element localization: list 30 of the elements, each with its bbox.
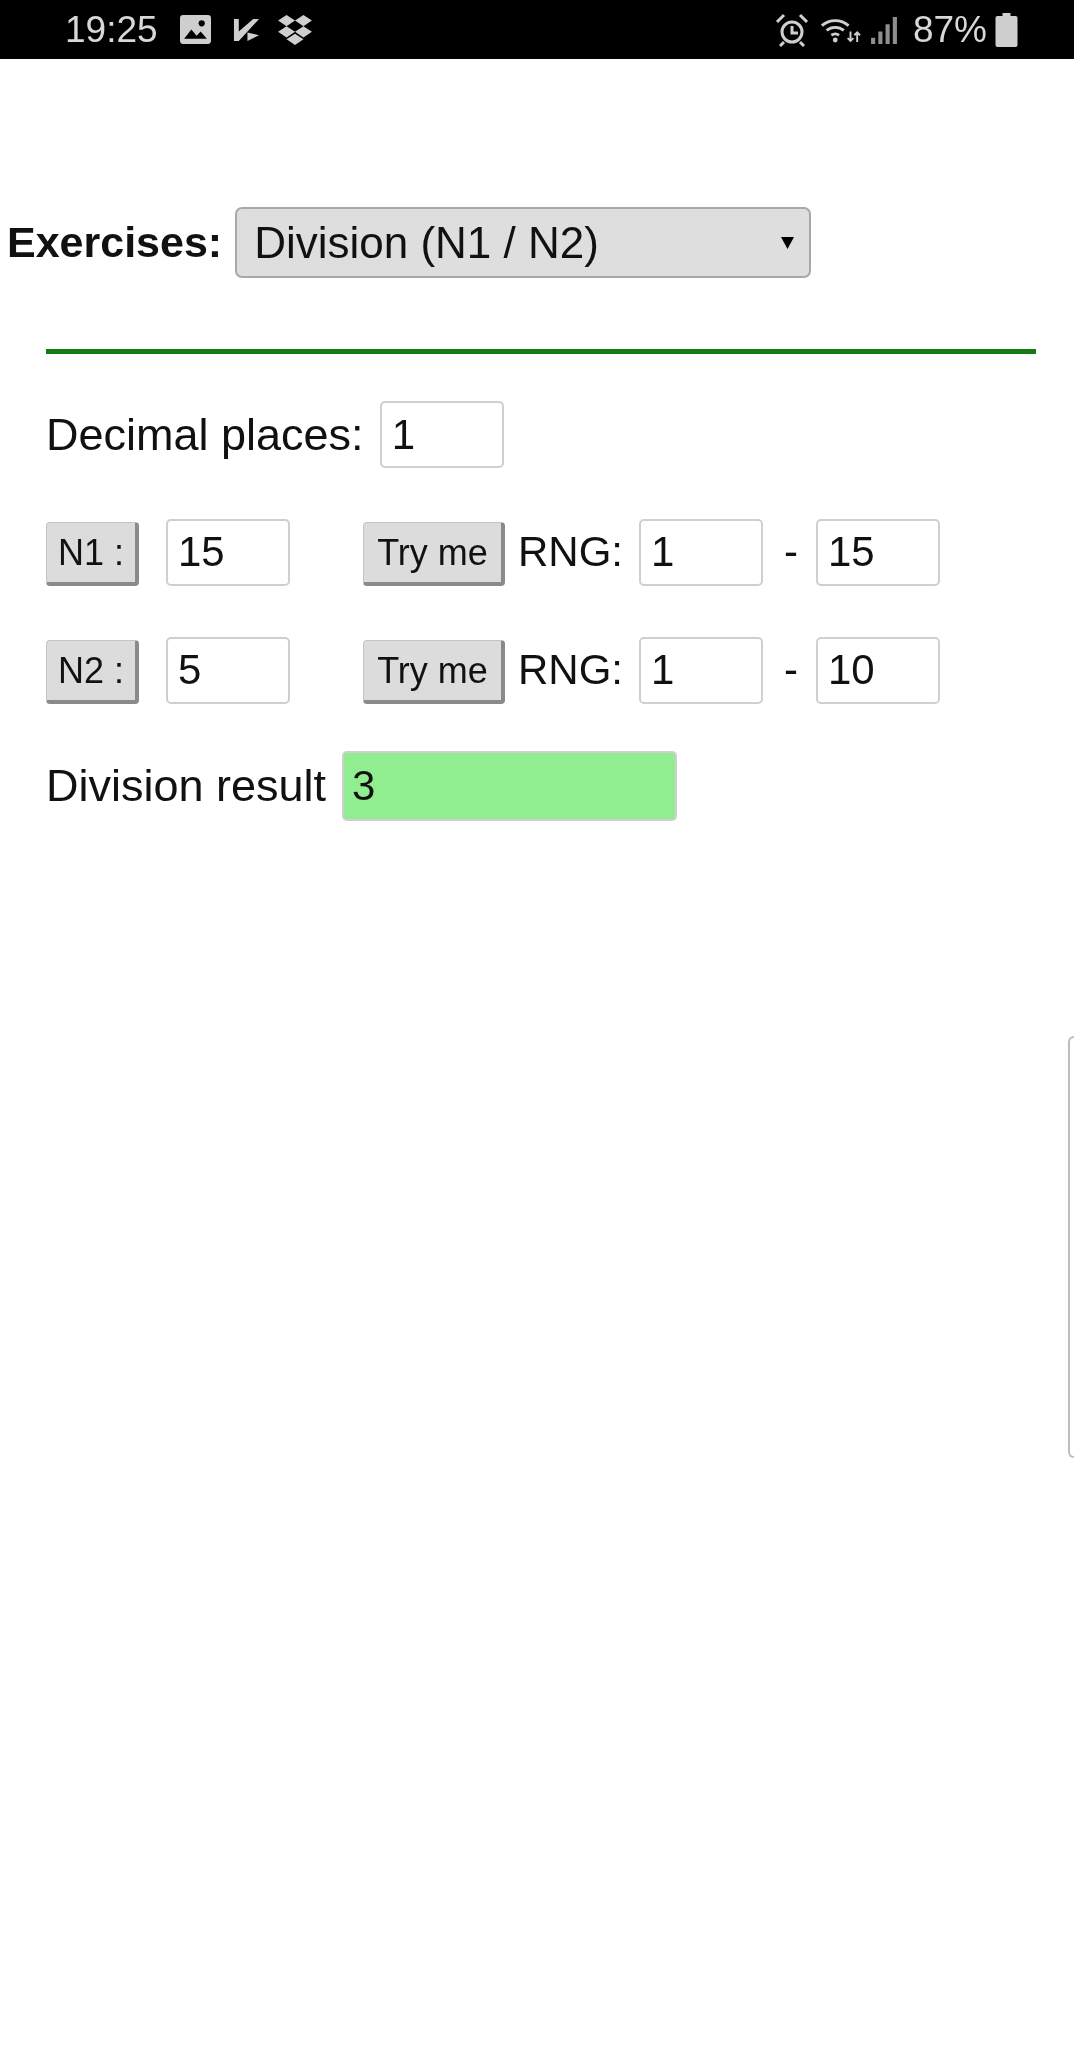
- image-icon: [179, 15, 211, 44]
- result-field[interactable]: 3: [342, 751, 678, 821]
- number-field[interactable]: 15: [166, 518, 290, 586]
- battery-percent: 87%: [912, 8, 987, 51]
- decimal-places-field[interactable]: 1: [379, 401, 504, 468]
- edge-panel-handle[interactable]: [1068, 1036, 1074, 1458]
- signal-icon: [869, 15, 898, 44]
- range-max-field[interactable]: 10: [816, 636, 940, 704]
- range-min-field[interactable]: 1: [639, 518, 763, 586]
- range-max-field[interactable]: 15: [816, 518, 940, 586]
- exercise-dropdown[interactable]: Division (N1 / N2): [235, 207, 812, 278]
- battery-icon: [995, 12, 1018, 47]
- range-label: RNG:: [518, 528, 623, 576]
- range-separator: -: [784, 528, 798, 576]
- decimal-places-label: Decimal places:: [46, 408, 364, 461]
- result-label: Division result: [46, 760, 327, 812]
- number-field[interactable]: 5: [166, 636, 290, 704]
- range-separator: -: [784, 646, 798, 694]
- exercises-label: Exercises:: [7, 218, 223, 267]
- caret-icon: [781, 236, 795, 249]
- checkmark-icon: [232, 16, 260, 43]
- box-icon: [276, 14, 313, 45]
- clock-time: 19:25: [65, 8, 158, 51]
- operand-button[interactable]: N1 :: [46, 522, 139, 586]
- operand-button[interactable]: N2 :: [46, 640, 139, 704]
- range-label: RNG:: [518, 646, 623, 694]
- try-me-button[interactable]: Try me: [363, 640, 505, 704]
- range-min-field[interactable]: 1: [639, 636, 763, 704]
- try-me-button[interactable]: Try me: [363, 522, 505, 586]
- alarm-clock-icon: [774, 12, 809, 47]
